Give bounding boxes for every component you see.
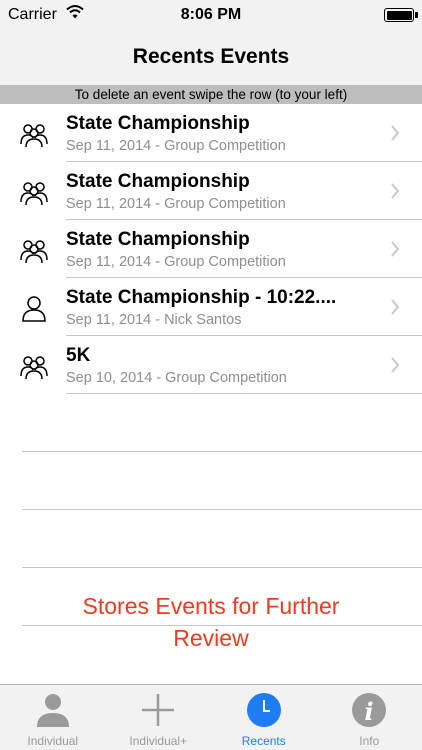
tab-info[interactable]: i Info — [317, 685, 422, 750]
event-title: State Championship — [66, 229, 250, 250]
event-subtitle: Sep 11, 2014 - Nick Santos — [66, 312, 242, 328]
promo-line-2: Review — [173, 625, 249, 651]
event-title: State Championship — [66, 171, 250, 192]
group-icon — [20, 240, 48, 264]
event-row[interactable]: State Championship Sep 11, 2014 - Group … — [0, 220, 422, 278]
event-subtitle: Sep 11, 2014 - Group Competition — [66, 196, 286, 212]
row-divider — [22, 509, 422, 510]
group-icon — [20, 182, 48, 206]
plus-icon — [142, 694, 175, 726]
row-divider — [66, 393, 422, 394]
chevron-right-icon — [391, 125, 400, 141]
person-icon — [22, 296, 46, 322]
chevron-right-icon — [391, 241, 400, 257]
promo-line-1: Stores Events for Further — [82, 593, 340, 619]
event-row[interactable]: State Championship Sep 11, 2014 - Group … — [0, 162, 422, 220]
battery-icon — [384, 8, 418, 22]
swipe-hint-banner: To delete an event swipe the row (to you… — [0, 85, 422, 104]
event-title: 5K — [66, 345, 91, 366]
page-title: Recents Events — [132, 45, 290, 68]
tab-label: Individual+ — [129, 734, 188, 748]
tab-bar: Individual Individual+ Recents i Info — [0, 684, 422, 750]
recent-events-list: State Championship Sep 11, 2014 - Group … — [0, 104, 422, 394]
tab-recents[interactable]: Recents — [211, 685, 317, 750]
event-subtitle: Sep 11, 2014 - Group Competition — [66, 254, 286, 270]
event-row[interactable]: 5K Sep 10, 2014 - Group Competition — [0, 336, 422, 394]
status-bar: Carrier 8:06 PM — [0, 0, 422, 32]
person-icon — [36, 694, 69, 727]
row-divider — [22, 567, 422, 568]
chevron-right-icon — [391, 183, 400, 199]
clock-icon — [246, 693, 281, 727]
event-subtitle: Sep 10, 2014 - Group Competition — [66, 370, 287, 386]
navigation-bar: Recents Events — [0, 32, 422, 85]
chevron-right-icon — [391, 299, 400, 315]
tab-label: Recents — [241, 734, 286, 748]
promo-caption: Stores Events for Further Review — [0, 590, 422, 654]
clock-label: 8:06 PM — [180, 6, 242, 23]
info-icon: i — [352, 693, 387, 727]
row-divider — [22, 451, 422, 452]
chevron-right-icon — [391, 357, 400, 373]
tab-individual-plus[interactable]: Individual+ — [106, 685, 212, 750]
event-subtitle: Sep 11, 2014 - Group Competition — [66, 138, 286, 154]
group-icon — [20, 124, 48, 148]
svg-text:i: i — [365, 697, 374, 726]
event-row[interactable]: State Championship - 10:22.... Sep 11, 2… — [0, 278, 422, 336]
event-row[interactable]: State Championship Sep 11, 2014 - Group … — [0, 104, 422, 162]
tab-label: Info — [359, 734, 380, 748]
event-title: State Championship — [66, 113, 250, 134]
tab-label: Individual — [27, 734, 79, 748]
group-icon — [20, 356, 48, 380]
event-title: State Championship - 10:22.... — [66, 287, 337, 308]
tab-individual[interactable]: Individual — [0, 685, 106, 750]
